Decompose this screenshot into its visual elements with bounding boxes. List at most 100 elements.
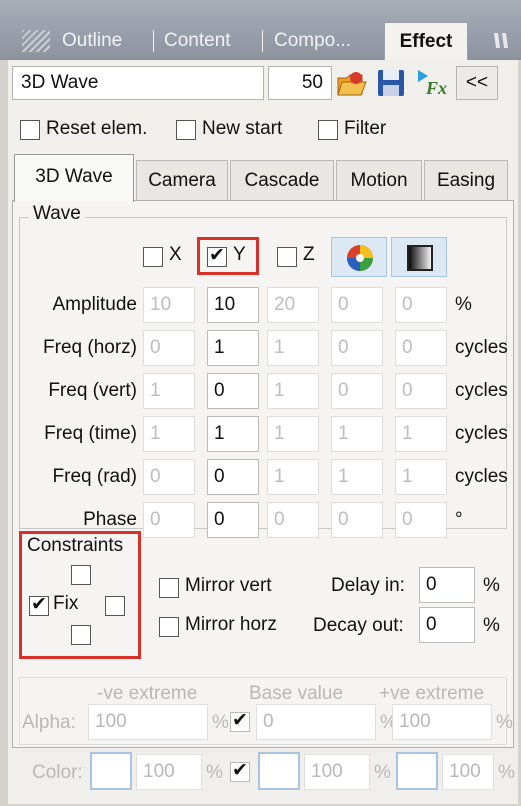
wave-value-cell[interactable]: 1: [207, 416, 259, 452]
wave-value-cell[interactable]: 1: [267, 330, 319, 366]
wave-value-cell[interactable]: 1: [395, 416, 447, 452]
color-base-input: 100: [304, 754, 370, 790]
color-neg-unit: %: [206, 762, 223, 783]
new-start-label: New start: [202, 118, 283, 139]
constraint-right-checkbox[interactable]: [105, 596, 125, 616]
tab-camera[interactable]: Camera: [136, 160, 228, 200]
tab-outline[interactable]: Outline: [62, 24, 122, 58]
wave-row-unit: cycles: [455, 466, 508, 487]
wave-value-cell[interactable]: 1: [267, 416, 319, 452]
mirror-horz-label: Mirror horz: [185, 614, 277, 635]
expression-fx-icon[interactable]: Fx: [414, 66, 448, 100]
decay-out-input[interactable]: 0: [419, 607, 475, 643]
color-wheel-icon: [347, 245, 373, 271]
open-preset-icon[interactable]: [334, 66, 368, 100]
mirror-horz-checkbox[interactable]: [159, 617, 179, 637]
wave-value-cell[interactable]: 0: [395, 330, 447, 366]
fix-checkbox[interactable]: [29, 593, 49, 616]
wave-value-cell[interactable]: 0: [143, 330, 195, 366]
axis-z-checkbox[interactable]: [277, 247, 297, 267]
axis-x-label: X: [169, 244, 182, 265]
wave-value-cell[interactable]: 1: [207, 330, 259, 366]
wave-value-cell[interactable]: 1: [267, 373, 319, 409]
wave-value-cell[interactable]: 20: [267, 287, 319, 323]
grip-handle[interactable]: [22, 30, 50, 52]
wave-value-cell[interactable]: 0: [207, 459, 259, 495]
wave-value-cell[interactable]: 0: [331, 287, 383, 323]
wave-value-cell[interactable]: 0: [331, 373, 383, 409]
axis-x-checkbox[interactable]: [143, 247, 163, 267]
wave-value-cell[interactable]: 0: [143, 459, 195, 495]
wave-value-cell[interactable]: 1: [143, 416, 195, 452]
decay-out-unit: %: [483, 615, 500, 636]
color-link-checkbox: [230, 759, 250, 782]
wave-value-cell[interactable]: 10: [207, 287, 259, 323]
wave-value-cell[interactable]: 0: [331, 502, 383, 538]
wave-row-unit: °: [455, 509, 463, 530]
filter-checkbox[interactable]: [318, 120, 338, 140]
constraint-bottom-checkbox[interactable]: [71, 625, 91, 645]
wave-value-cell[interactable]: 0: [207, 373, 259, 409]
alpha-label: Alpha:: [22, 712, 76, 733]
tab-effect[interactable]: Effect: [384, 22, 468, 62]
wave-value-cell[interactable]: 1: [267, 459, 319, 495]
overflow-tabs-icon[interactable]: [490, 30, 512, 52]
wave-row-unit: %: [455, 294, 472, 315]
axis-y-checkbox[interactable]: [207, 244, 227, 267]
color-neg-swatch: [90, 752, 132, 790]
new-start-checkbox[interactable]: [176, 120, 196, 140]
wave-row-unit: cycles: [455, 337, 508, 358]
color-base-swatch: [258, 752, 300, 790]
color-base-unit: %: [374, 762, 391, 783]
color-wheel-button[interactable]: [331, 237, 387, 277]
svg-text:Fx: Fx: [425, 78, 447, 98]
neg-extreme-label: -ve extreme: [97, 683, 198, 704]
tab-motion[interactable]: Motion: [336, 160, 422, 200]
reset-elem-checkbox[interactable]: [20, 120, 40, 140]
effect-value-field[interactable]: 50: [268, 66, 332, 100]
color-label: Color:: [32, 762, 83, 783]
wave-row-label: Phase: [83, 509, 137, 530]
wave-value-cell[interactable]: 1: [331, 459, 383, 495]
delay-in-input[interactable]: 0: [419, 567, 475, 603]
mirror-vert-checkbox[interactable]: [159, 578, 179, 598]
tab-content[interactable]: Content: [164, 24, 231, 58]
wave-value-cell[interactable]: 0: [395, 502, 447, 538]
tab-3d-wave[interactable]: 3D Wave: [14, 154, 134, 202]
wave-value-cell[interactable]: 0: [267, 502, 319, 538]
wave-row-label: Freq (vert): [48, 380, 137, 401]
wave-value-cell[interactable]: 1: [395, 459, 447, 495]
collapse-button[interactable]: <<: [456, 66, 498, 100]
fix-label: Fix: [53, 593, 79, 614]
color-pos-unit: %: [498, 762, 515, 783]
wave-value-cell[interactable]: 1: [143, 373, 195, 409]
effect-name-field[interactable]: 3D Wave: [12, 66, 264, 100]
wave-value-cell[interactable]: 0: [395, 373, 447, 409]
reset-elem-label: Reset elem.: [46, 118, 148, 139]
base-value-label: Base value: [249, 683, 344, 704]
wave-value-cell[interactable]: 10: [143, 287, 195, 323]
alpha-neg-unit: %: [212, 712, 229, 733]
axis-y-label: Y: [233, 244, 246, 265]
gradient-icon: [407, 245, 433, 271]
gradient-button[interactable]: [391, 237, 447, 277]
wave-value-cell[interactable]: 0: [143, 502, 195, 538]
wave-row-unit: cycles: [455, 380, 508, 401]
tab-cascade[interactable]: Cascade: [230, 160, 334, 200]
constraint-top-checkbox[interactable]: [71, 565, 91, 585]
wave-value-cell[interactable]: 1: [331, 416, 383, 452]
wave-row-label: Freq (time): [44, 423, 137, 444]
wave-value-cell[interactable]: 0: [207, 502, 259, 538]
tab-components[interactable]: Compo...: [274, 24, 351, 58]
wave-group-label: Wave: [29, 203, 85, 225]
color-pos-swatch: [396, 752, 438, 790]
tab-content-area: Wave X Y Z Constraints Fix Mirror vert M…: [12, 200, 514, 748]
wave-value-cell[interactable]: 0: [395, 287, 447, 323]
alpha-pos-unit: %: [496, 712, 513, 733]
wave-value-cell[interactable]: 0: [331, 330, 383, 366]
tab-easing[interactable]: Easing: [424, 160, 508, 200]
save-icon[interactable]: [374, 66, 408, 100]
effect-panel: 3D Wave 50 Fx << Reset elem. New start F…: [8, 60, 518, 804]
alpha-link-checkbox: [230, 709, 250, 732]
constraints-label: Constraints: [27, 535, 124, 556]
